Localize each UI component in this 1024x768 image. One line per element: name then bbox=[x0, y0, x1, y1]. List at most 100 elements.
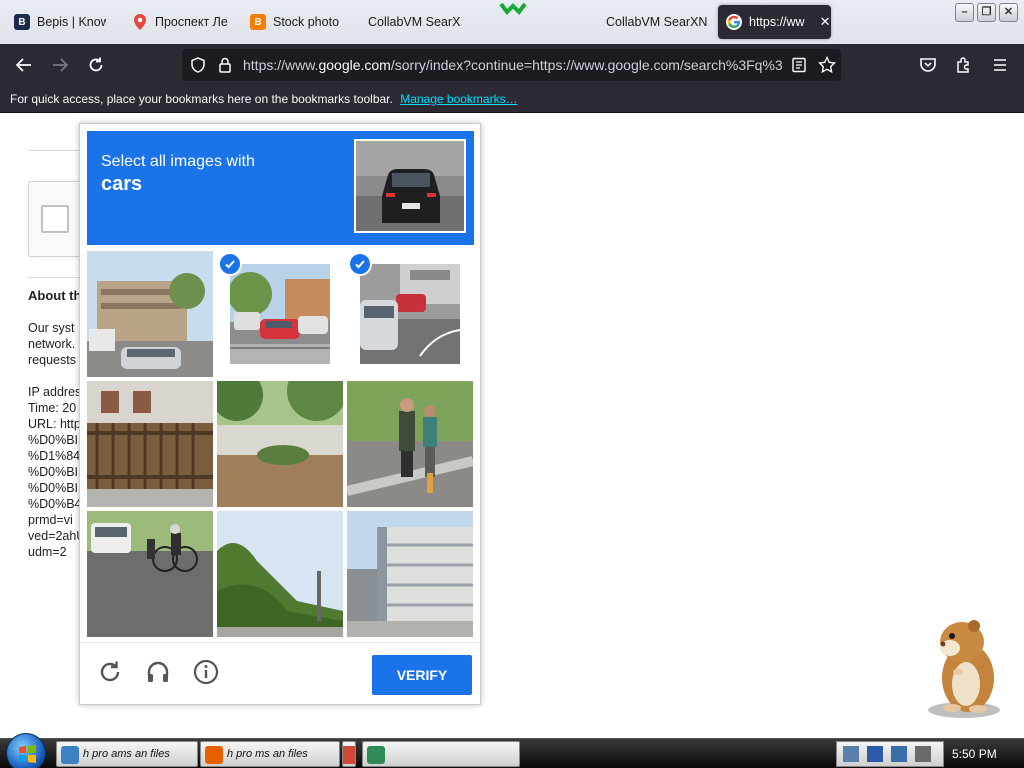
firefox-icon bbox=[205, 746, 223, 764]
image-tile-selected[interactable] bbox=[347, 251, 473, 377]
reload-button[interactable] bbox=[82, 51, 110, 79]
tab-label: Проспект Ле bbox=[155, 15, 228, 29]
tab-label: CollabVM SearX bbox=[368, 15, 461, 29]
close-tab-icon[interactable]: ✕ bbox=[820, 14, 831, 30]
volume-icon[interactable] bbox=[915, 746, 931, 762]
tab-label: CollabVM SearXN bbox=[606, 15, 708, 29]
challenge-instruction: Select all images with bbox=[101, 153, 255, 170]
image-tile[interactable] bbox=[87, 381, 213, 507]
tab-collabvm-searxng[interactable]: CollabVM SearXN bbox=[598, 5, 708, 39]
image-tile[interactable] bbox=[347, 381, 473, 507]
bookmarks-message: For quick access, place your bookmarks h… bbox=[10, 92, 393, 106]
tile-image bbox=[217, 381, 343, 507]
bookmarks-bar: For quick access, place your bookmarks h… bbox=[0, 86, 1024, 113]
app-icon bbox=[367, 746, 385, 764]
image-tile[interactable] bbox=[217, 381, 343, 507]
tab-collabvm-searx[interactable]: CollabVM SearX bbox=[360, 5, 464, 39]
taskbar-item[interactable]: h pro ams an files bbox=[56, 741, 198, 767]
hamburger-menu-icon bbox=[994, 59, 1006, 71]
recaptcha-checkbox[interactable] bbox=[41, 205, 69, 233]
reload-icon bbox=[89, 57, 103, 72]
taskbar-item[interactable] bbox=[342, 741, 356, 767]
info-icon bbox=[193, 659, 219, 685]
taskbar-item-label: h pro ms an files bbox=[227, 748, 308, 760]
image-tile-selected[interactable] bbox=[217, 251, 343, 377]
menu-button[interactable] bbox=[986, 51, 1014, 79]
taskbar-item[interactable]: h pro ms an files bbox=[200, 741, 340, 767]
url-bar[interactable]: https://www.google.com/sorry/index?conti… bbox=[182, 49, 841, 81]
back-button[interactable] bbox=[10, 51, 38, 79]
close-window-button[interactable]: ✕ bbox=[999, 3, 1018, 22]
restore-button[interactable]: ❐ bbox=[977, 3, 996, 22]
pocket-icon bbox=[920, 58, 936, 72]
puzzle-icon bbox=[957, 57, 969, 73]
manage-bookmarks-link[interactable]: Manage bookmarks… bbox=[400, 92, 517, 106]
tile-image bbox=[230, 264, 330, 364]
about-heading: About th bbox=[28, 288, 82, 303]
clock[interactable]: 5:50 PM bbox=[952, 747, 997, 761]
network-icon[interactable] bbox=[843, 746, 859, 762]
shield-icon[interactable] bbox=[190, 57, 206, 73]
taskbar: h pro ams an files h pro ms an files 5:5… bbox=[0, 733, 1024, 768]
system-tray bbox=[836, 741, 944, 767]
pocket-button[interactable] bbox=[914, 51, 942, 79]
recaptcha-challenge-dialog: Select all images with cars VERIFY bbox=[79, 123, 481, 705]
image-tile[interactable] bbox=[87, 511, 213, 637]
display-icon[interactable] bbox=[891, 746, 907, 762]
checkmark-icon bbox=[348, 252, 372, 276]
tab-google-sorry[interactable]: https://ww ✕ bbox=[718, 5, 831, 39]
minimize-button[interactable]: – bbox=[955, 3, 974, 22]
bepis-favicon: B bbox=[14, 14, 30, 30]
google-icon bbox=[726, 14, 742, 30]
extensions-button[interactable] bbox=[950, 51, 978, 79]
forward-button[interactable] bbox=[46, 51, 74, 79]
challenge-target: cars bbox=[101, 173, 143, 195]
tile-image bbox=[347, 381, 473, 507]
checkmark-icon bbox=[218, 252, 242, 276]
challenge-footer: VERIFY bbox=[80, 642, 480, 704]
image-tile[interactable] bbox=[347, 511, 473, 637]
tab-stock-photo[interactable]: B Stock photo bbox=[242, 5, 352, 39]
request-details: IP addres Time: 20 URL: http %D0%BI %D1%… bbox=[28, 385, 86, 559]
headphones-icon bbox=[147, 661, 169, 682]
reader-view-icon[interactable] bbox=[791, 57, 807, 73]
challenge-header: Select all images with cars bbox=[87, 131, 474, 245]
sample-image bbox=[354, 139, 466, 233]
windows-logo-icon bbox=[19, 745, 36, 763]
forward-arrow-icon bbox=[53, 58, 69, 72]
tab-label: Stock photo bbox=[273, 15, 340, 29]
hamster-mascot-icon bbox=[928, 620, 1000, 718]
nav-bar: https://www.google.com/sorry/index?conti… bbox=[0, 44, 1024, 86]
app-icon bbox=[343, 746, 355, 764]
url-text[interactable]: https://www.google.com/sorry/index?conti… bbox=[243, 57, 783, 73]
lock-icon[interactable] bbox=[218, 57, 232, 73]
tile-image bbox=[360, 264, 460, 364]
taskbar-item-label: h pro ams an files bbox=[83, 748, 170, 760]
tile-image bbox=[87, 511, 213, 637]
app-icon bbox=[61, 746, 79, 764]
about-paragraph: Our syst network. requests bbox=[28, 321, 76, 367]
reload-challenge-button[interactable] bbox=[94, 656, 126, 688]
image-tile[interactable] bbox=[217, 511, 343, 637]
image-grid bbox=[87, 251, 474, 638]
tab-bepis[interactable]: B Bepis | Know bbox=[6, 5, 106, 39]
tile-image bbox=[87, 381, 213, 507]
image-tile[interactable] bbox=[87, 251, 213, 377]
tile-image bbox=[217, 511, 343, 637]
help-button[interactable] bbox=[190, 656, 222, 688]
refresh-icon bbox=[100, 661, 120, 682]
tab-label: Bepis | Know bbox=[37, 15, 106, 29]
maps-pin-icon bbox=[132, 14, 148, 30]
green-decoration-icon bbox=[499, 2, 527, 16]
tab-label: https://ww bbox=[749, 15, 805, 29]
back-arrow-icon bbox=[15, 58, 31, 72]
window-controls: – ❐ ✕ bbox=[955, 3, 1018, 22]
tab-maps[interactable]: Проспект Ле bbox=[124, 5, 228, 39]
bookmark-star-icon[interactable] bbox=[818, 56, 836, 74]
taskbar-item[interactable] bbox=[362, 741, 520, 767]
shield-tray-icon[interactable] bbox=[867, 746, 883, 762]
verify-button[interactable]: VERIFY bbox=[372, 655, 472, 695]
tile-image bbox=[347, 511, 473, 637]
audio-challenge-button[interactable] bbox=[142, 656, 174, 688]
start-button[interactable] bbox=[6, 733, 46, 768]
